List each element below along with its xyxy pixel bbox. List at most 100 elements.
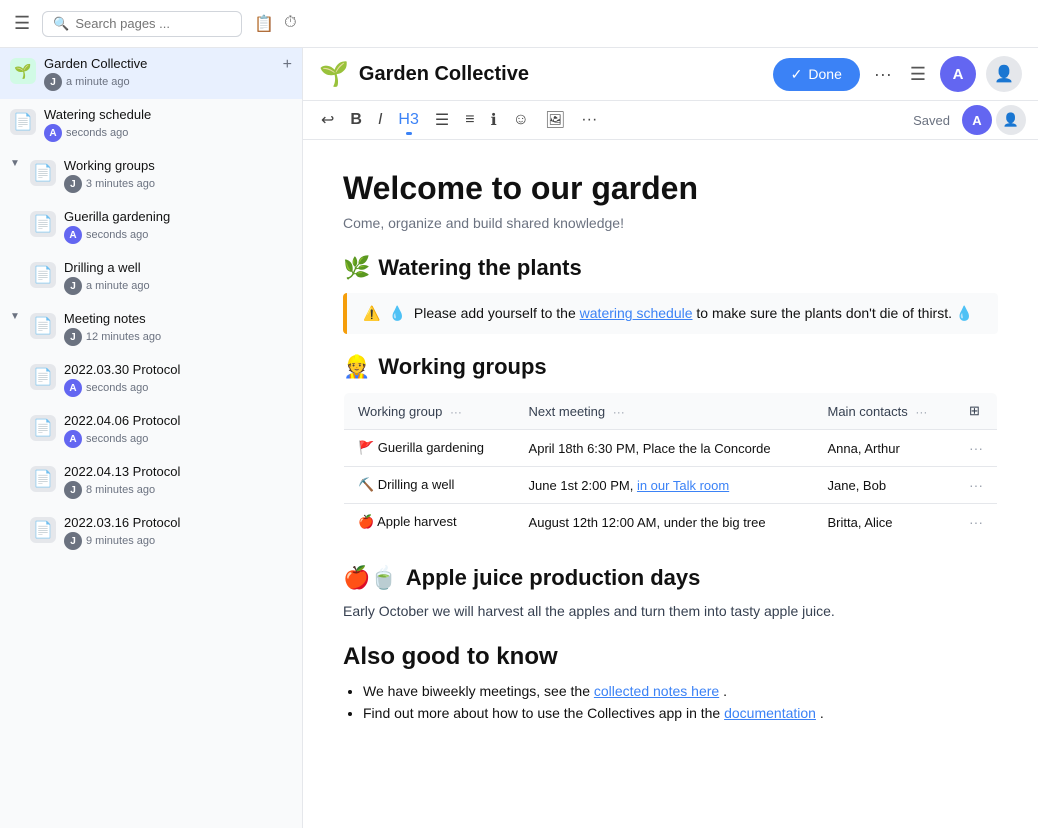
hamburger-icon[interactable]: ☰ — [10, 9, 34, 38]
sidebar-item-content: 2022.04.06 Protocol A seconds ago — [64, 413, 292, 448]
italic-button[interactable]: I — [372, 107, 388, 133]
sidebar-item-garden-collective[interactable]: 🌱 Garden Collective J a minute ago + — [0, 48, 302, 99]
image-button[interactable]: 🖼 — [539, 106, 571, 134]
page-title: Garden Collective — [359, 63, 529, 86]
table-row-options[interactable]: ··· — [955, 430, 998, 467]
done-button[interactable]: ✓ Done — [773, 58, 860, 91]
sidebar-item-meta: A seconds ago — [44, 124, 292, 142]
user-icon-button[interactable]: 👤 — [986, 56, 1022, 92]
sidebar-item-name: Meeting notes — [64, 311, 292, 326]
watering-emoji: 🌿 — [343, 255, 370, 281]
bullet-list: We have biweekly meetings, see the colle… — [343, 683, 998, 721]
documentation-link[interactable]: documentation — [724, 705, 816, 721]
sidebar-item-meta: A seconds ago — [64, 379, 292, 397]
collected-notes-link[interactable]: collected notes here — [594, 683, 719, 699]
sidebar-item-icon: 📄 — [30, 364, 56, 390]
sidebar-item-name: Guerilla gardening — [64, 209, 292, 224]
bold-button[interactable]: B — [344, 107, 368, 133]
table-row-options[interactable]: ··· — [955, 504, 998, 541]
list-icon-button[interactable]: ☰ — [906, 60, 930, 89]
sidebar-item-name: 2022.04.13 Protocol — [64, 464, 292, 479]
sidebar-item-icon: 📄 — [30, 415, 56, 441]
sidebar-item-drilling-a-well[interactable]: 📄 Drilling a well J a minute ago — [0, 252, 302, 303]
callout-text-before: Please add yourself to the — [414, 305, 576, 321]
numbered-list-button[interactable]: ≡ — [459, 107, 480, 133]
working-groups-table: Working group ··· Next meeting ··· Main … — [343, 392, 998, 541]
also-know-heading: Also good to know — [343, 643, 998, 671]
file-icon[interactable]: 📋 — [254, 14, 274, 34]
sidebar-item-protocol-2022-03-16[interactable]: 📄 2022.03.16 Protocol J 9 minutes ago — [0, 507, 302, 558]
sidebar-item-name: Drilling a well — [64, 260, 292, 275]
sidebar-item-icon: 📄 — [30, 517, 56, 543]
page-heading: Welcome to our garden — [343, 170, 998, 207]
table-row: 🍎 Apple harvest August 12th 12:00 AM, un… — [344, 504, 998, 541]
warning-icon: ⚠️ — [363, 305, 380, 322]
more-options-button[interactable]: ··· — [870, 60, 896, 89]
sidebar-item-time: seconds ago — [86, 229, 148, 241]
callout-text: Please add yourself to the watering sche… — [414, 305, 973, 322]
sidebar-item-protocol-2022-03-30[interactable]: 📄 2022.03.30 Protocol A seconds ago — [0, 354, 302, 405]
main-layout: 🌱 Garden Collective J a minute ago + 📄 W… — [0, 48, 1038, 828]
avatar: A — [64, 430, 82, 448]
sidebar-item-meta: J a minute ago — [44, 73, 275, 91]
history-icon[interactable]: ⏱ — [284, 14, 296, 34]
sidebar-item-working-groups[interactable]: ▼ 📄 Working groups J 3 minutes ago — [0, 150, 302, 201]
sidebar-item-icon: 📄 — [10, 109, 36, 135]
sidebar-item-name: Working groups — [64, 158, 292, 173]
sidebar-item-content: Drilling a well J a minute ago — [64, 260, 292, 295]
col-menu-icon[interactable]: ··· — [450, 405, 462, 419]
toolbar-avatar: A — [962, 105, 992, 135]
sidebar-item-name: Watering schedule — [44, 107, 292, 122]
col-table-options[interactable]: ⊞ — [955, 393, 998, 430]
apple-juice-heading-text: Apple juice production days — [406, 565, 701, 591]
watering-schedule-link[interactable]: watering schedule — [580, 305, 693, 321]
sidebar-item-name: 2022.03.30 Protocol — [64, 362, 292, 377]
add-page-button[interactable]: + — [283, 56, 292, 74]
col-menu-icon[interactable]: ··· — [613, 405, 625, 419]
expand-icon: ▼ — [10, 311, 20, 322]
apple-juice-para: Early October we will harvest all the ap… — [343, 603, 998, 619]
search-bar[interactable]: 🔍 — [42, 11, 242, 37]
sidebar-item-meta: J 8 minutes ago — [64, 481, 292, 499]
watering-callout: ⚠️ 💧 Please add yourself to the watering… — [343, 293, 998, 334]
sidebar-item-time: 9 minutes ago — [86, 535, 155, 547]
content-area: 🌱 Garden Collective ✓ Done ··· ☰ A 👤 ↩ B… — [303, 48, 1038, 828]
more-tools-button[interactable]: ··· — [575, 107, 603, 133]
col-main-contacts: Main contacts ··· — [814, 393, 956, 430]
sidebar-item-time: seconds ago — [86, 382, 148, 394]
search-input[interactable] — [75, 16, 231, 31]
col-menu-icon[interactable]: ··· — [915, 405, 927, 419]
sidebar-item-guerilla-gardening[interactable]: 📄 Guerilla gardening A seconds ago — [0, 201, 302, 252]
sidebar-item-meeting-notes[interactable]: ▼ 📄 Meeting notes J 12 minutes ago — [0, 303, 302, 354]
user-avatar[interactable]: A — [940, 56, 976, 92]
avatar: J — [64, 481, 82, 499]
talk-room-link[interactable]: in our Talk room — [637, 478, 729, 493]
emoji-button[interactable]: ☺ — [507, 107, 535, 133]
sidebar-item-protocol-2022-04-13[interactable]: 📄 2022.04.13 Protocol J 8 minutes ago — [0, 456, 302, 507]
sidebar-item-content: 2022.03.30 Protocol A seconds ago — [64, 362, 292, 397]
watering-section-heading: 🌿 Watering the plants — [343, 255, 998, 281]
sidebar-item-content: 2022.04.13 Protocol J 8 minutes ago — [64, 464, 292, 499]
table-row-options[interactable]: ··· — [955, 467, 998, 504]
heading-button[interactable]: H3 — [392, 107, 424, 133]
sidebar-item-name: 2022.04.06 Protocol — [64, 413, 292, 428]
sidebar-item-meta: A seconds ago — [64, 430, 292, 448]
avatar: A — [64, 379, 82, 397]
sidebar-item-protocol-2022-04-06[interactable]: 📄 2022.04.06 Protocol A seconds ago — [0, 405, 302, 456]
expand-icon: ▼ — [10, 158, 20, 169]
table-cell-meeting: April 18th 6:30 PM, Place the la Concord… — [515, 430, 814, 467]
undo-button[interactable]: ↩ — [315, 106, 340, 134]
info-button[interactable]: ℹ — [485, 106, 503, 134]
table-cell-contacts: Britta, Alice — [814, 504, 956, 541]
sidebar-item-time: 3 minutes ago — [86, 178, 155, 190]
sidebar-item-time: a minute ago — [86, 280, 150, 292]
list-item: Find out more about how to use the Colle… — [363, 705, 998, 721]
apple-juice-emoji: 🍎🍵 — [343, 565, 398, 591]
sidebar-item-watering-schedule[interactable]: 📄 Watering schedule A seconds ago — [0, 99, 302, 150]
top-bar-icons: 📋 ⏱ — [254, 14, 296, 34]
page-subtitle: Come, organize and build shared knowledg… — [343, 215, 998, 231]
bullet-list-button[interactable]: ☰ — [429, 106, 455, 134]
sidebar-item-content: 2022.03.16 Protocol J 9 minutes ago — [64, 515, 292, 550]
sidebar-item-content: Garden Collective J a minute ago — [44, 56, 275, 91]
check-icon: ✓ — [791, 66, 803, 83]
